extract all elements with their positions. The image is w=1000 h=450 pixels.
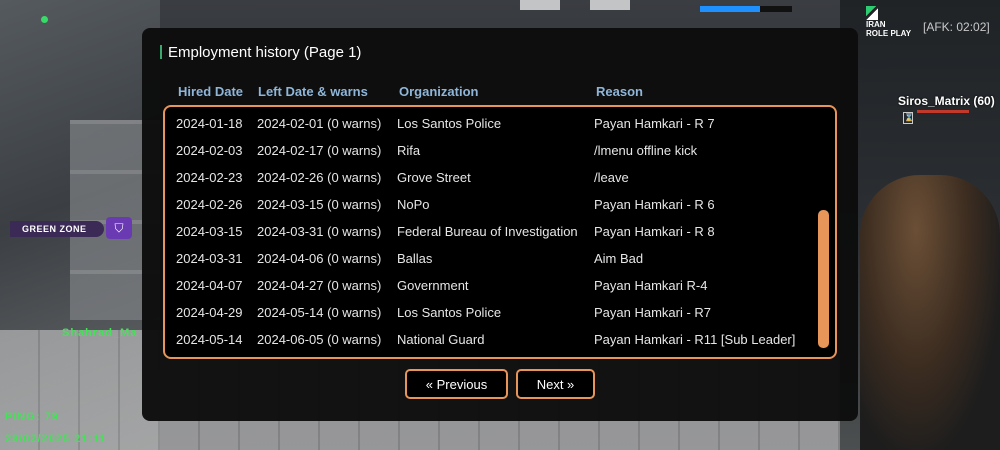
left-date-cell: 2024-02-17 (0 warns)	[257, 143, 382, 158]
table-row[interactable]: 2024-04-07 2024-04-27 (0 warns) Governme…	[165, 272, 805, 299]
table-row[interactable]: 2024-05-14 2024-06-05 (0 warns) National…	[165, 326, 805, 353]
dialog-title: Employment history (Page 1)	[160, 44, 361, 61]
hired-date-cell: 2024-04-29	[176, 305, 243, 320]
previous-page-button[interactable]: « Previous	[405, 369, 508, 399]
reason-cell: Payan Hamkari - R 8	[594, 224, 715, 239]
player-nametag: Siros_Matrix (60)	[898, 94, 995, 108]
table-row[interactable]: 2024-04-29 2024-05-14 (0 warns) Los Sant…	[165, 299, 805, 326]
organization-cell: National Guard	[397, 332, 485, 347]
scrollbar-thumb[interactable]	[818, 210, 829, 348]
organization-cell: Federal Bureau of Investigation	[397, 224, 578, 239]
table-row[interactable]: 2024-01-18 2024-02-01 (0 warns) Los Sant…	[165, 110, 805, 137]
reason-cell: /leave	[594, 170, 629, 185]
datetime-readout: 28/02/2025 21:11	[5, 433, 107, 445]
column-header-hired-date: Hired Date	[178, 84, 244, 99]
reason-cell: Payan Hamkari - R11 [Sub Leader]	[594, 332, 796, 347]
server-logo: IRAN ROLE PLAY	[866, 6, 924, 38]
organization-cell: Rifa	[397, 143, 421, 158]
next-page-button[interactable]: Next »	[516, 369, 595, 399]
hired-date-cell: 2024-02-03	[176, 143, 243, 158]
reason-cell: Payan Hamkari R-4	[594, 278, 708, 293]
column-header-reason: Reason	[596, 84, 643, 99]
organization-cell: Los Santos Police	[397, 116, 502, 131]
reason-cell: Payan Hamkari - R7	[594, 305, 712, 320]
status-dot-icon	[41, 16, 48, 23]
organization-cell: Ballas	[397, 251, 433, 266]
hourglass-icon: ⌛	[903, 112, 914, 124]
health-bar	[700, 6, 792, 12]
table-row[interactable]: 2024-02-23 2024-02-26 (0 warns) Grove St…	[165, 164, 805, 191]
table-row[interactable]: 2024-02-26 2024-03-15 (0 warns) NoPo Pay…	[165, 191, 805, 218]
left-date-cell: 2024-05-14 (0 warns)	[257, 305, 382, 320]
reason-cell: /lmenu offline kick	[594, 143, 698, 158]
column-header-left-date: Left Date & warns	[258, 84, 368, 99]
ping-readout: PING: 79	[5, 411, 59, 423]
green-zone-indicator: GREEN ZONE	[10, 221, 104, 237]
afk-timer: [AFK: 02:02]	[923, 20, 990, 34]
hired-date-cell: 2024-02-26	[176, 197, 243, 212]
hired-date-cell: 2024-02-23	[176, 170, 243, 185]
reason-cell: Payan Hamkari - R 7	[594, 116, 715, 131]
logo-icon	[866, 6, 878, 20]
hired-date-cell: 2024-05-14	[176, 332, 243, 347]
employment-history-dialog: Employment history (Page 1) Hired Date L…	[142, 28, 858, 421]
left-date-cell: 2024-02-01 (0 warns)	[257, 116, 382, 131]
history-list[interactable]: 2024-01-18 2024-02-01 (0 warns) Los Sant…	[163, 105, 837, 359]
organization-cell: Grove Street	[397, 170, 471, 185]
left-date-cell: 2024-03-15 (0 warns)	[257, 197, 382, 212]
column-header-organization: Organization	[399, 84, 479, 99]
shield-icon: ⛉	[106, 217, 132, 239]
ceiling-lamp	[590, 0, 630, 10]
left-date-cell: 2024-02-26 (0 warns)	[257, 170, 382, 185]
background-character	[860, 175, 1000, 450]
hired-date-cell: 2024-03-31	[176, 251, 243, 266]
table-row[interactable]: 2024-03-15 2024-03-31 (0 warns) Federal …	[165, 218, 805, 245]
hired-date-cell: 2024-03-15	[176, 224, 243, 239]
hired-date-cell: 2024-01-18	[176, 116, 243, 131]
scrollbar[interactable]	[818, 115, 829, 349]
left-date-cell: 2024-04-06 (0 warns)	[257, 251, 382, 266]
left-date-cell: 2024-04-27 (0 warns)	[257, 278, 382, 293]
world-nametag: Shahrad_Ma	[62, 327, 138, 339]
organization-cell: Government	[397, 278, 469, 293]
table-row[interactable]: 2024-03-31 2024-04-06 (0 warns) Ballas A…	[165, 245, 805, 272]
reason-cell: Aim Bad	[594, 251, 644, 266]
organization-cell: Los Santos Police	[397, 305, 502, 320]
left-date-cell: 2024-03-31 (0 warns)	[257, 224, 382, 239]
hired-date-cell: 2024-04-07	[176, 278, 243, 293]
player-health-bar	[917, 110, 969, 113]
ceiling-lamp	[520, 0, 560, 10]
reason-cell: Payan Hamkari - R 6	[594, 197, 715, 212]
left-date-cell: 2024-06-05 (0 warns)	[257, 332, 382, 347]
organization-cell: NoPo	[397, 197, 430, 212]
table-row[interactable]: 2024-02-03 2024-02-17 (0 warns) Rifa /lm…	[165, 137, 805, 164]
